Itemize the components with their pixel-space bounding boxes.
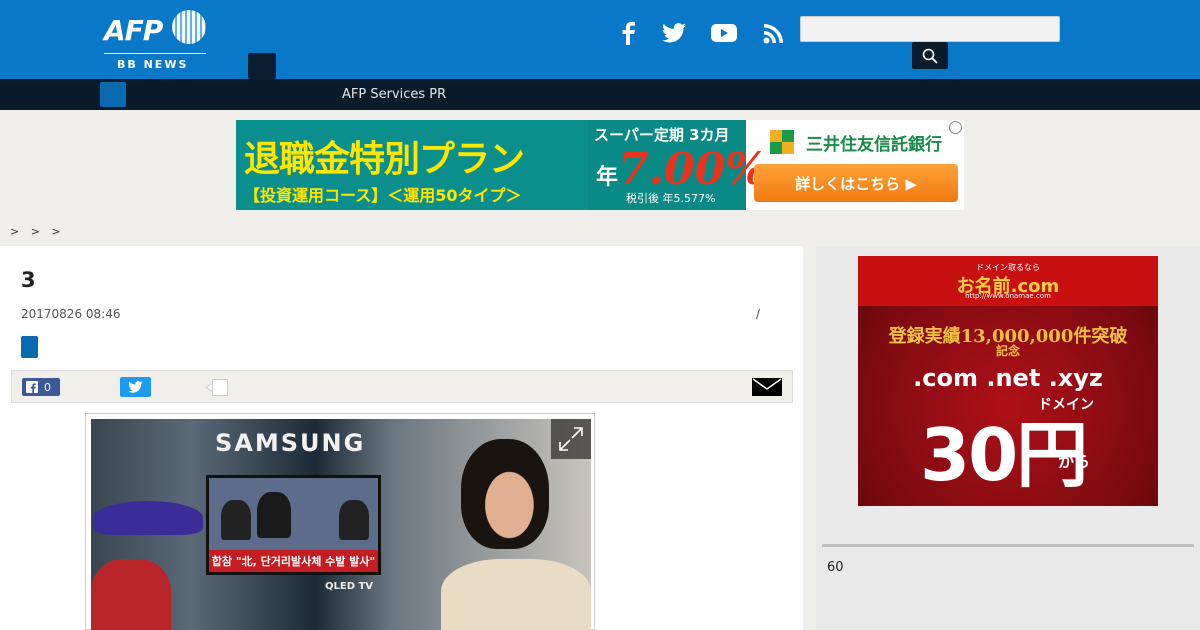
article-photo-frame: SAMSUNG 합참 "北, 단거리발사체 수발 발사" QLED TV [85, 413, 595, 630]
sidebar-divider [822, 544, 1194, 547]
afp-logo[interactable]: AFP BB NEWS [104, 8, 208, 72]
share-count-bubble [212, 379, 228, 396]
category-tag[interactable] [21, 336, 38, 358]
photo-figure [339, 500, 369, 540]
logo-subtitle: BB NEWS [117, 58, 189, 71]
sidebar-ad-kinen: 記念 [995, 344, 1020, 358]
photo-hat [93, 501, 203, 535]
globe-icon [172, 10, 206, 44]
photo-person [91, 559, 171, 630]
sidebar-ad-domain-word: ドメイン [1038, 397, 1094, 413]
banner-ad[interactable]: 退職金特別プラン 【投資運用コース】＜運用50タイプ＞ スーパー定期 3カ月 年… [236, 120, 964, 210]
nav-item-afp-services-pr[interactable]: AFP Services PR [342, 87, 446, 102]
article-title: 3 [21, 268, 36, 292]
banner-rate-prefix: 年 [596, 164, 619, 190]
twitter-share-button[interactable] [120, 377, 151, 397]
twitter-icon [128, 381, 143, 393]
photo-figure [221, 500, 251, 540]
photo-tv-caption: 합참 "北, 단거리발사체 수발 발사" [209, 550, 378, 572]
logo-text: AFP [104, 14, 163, 47]
photo-sign-text: SAMSUNG [215, 429, 366, 457]
bank-logo-icon [770, 130, 794, 154]
banner-bank-name: 三井住友信託銀行 [806, 135, 942, 155]
adchoices-icon[interactable] [949, 121, 962, 134]
banner-rate: 年7.00% [596, 144, 767, 195]
twitter-icon[interactable] [659, 18, 689, 48]
expand-icon [559, 427, 583, 451]
banner-rate-note: 税引後 年5.577% [626, 192, 716, 205]
share-bar: 0 [11, 370, 793, 403]
sidebar: ドメイン取るなら お名前.com http://www.onamae.com 登… [816, 246, 1200, 630]
sidebar-ad-kara: から [1058, 452, 1091, 471]
photo-tv-screen: 합참 "北, 단거리발사체 수발 발사" [206, 475, 381, 575]
banner-title: 退職金特別プラン [244, 139, 525, 180]
rss-icon[interactable] [759, 18, 789, 48]
mail-icon[interactable] [752, 378, 782, 396]
article-meta-separator: / [756, 307, 761, 321]
search-icon [922, 48, 938, 64]
banner-rate-value: 7.00% [618, 144, 767, 195]
photo-tv-brand: QLED TV [325, 581, 374, 592]
photo-figure [257, 492, 291, 538]
sidebar-number: 60 [827, 560, 844, 575]
facebook-icon[interactable] [613, 18, 643, 48]
menu-button[interactable] [248, 53, 276, 79]
photo-woman-body [441, 559, 591, 630]
facebook-share-count: 0 [44, 380, 51, 394]
banner-super-label: スーパー定期 3カ月 [594, 126, 730, 144]
facebook-share-button[interactable]: 0 [22, 378, 60, 396]
main-nav: AFP Services PR [0, 79, 1200, 110]
facebook-icon [26, 381, 38, 393]
search-input[interactable] [800, 16, 1060, 42]
banner-cta-button[interactable]: 詳しくはこちら ▶ [754, 164, 958, 202]
breadcrumb: > > > [10, 225, 65, 238]
article-date: 20170826 08:46 [21, 307, 121, 321]
nav-home-button[interactable] [100, 82, 126, 107]
photo-woman-head [461, 439, 549, 549]
article-photo[interactable]: SAMSUNG 합참 "北, 단거리발사체 수발 발사" QLED TV [91, 419, 591, 630]
search-button[interactable] [912, 42, 948, 69]
sidebar-ad-tlds: .com .net .xyz [913, 364, 1103, 392]
youtube-icon[interactable] [709, 18, 739, 48]
expand-photo-button[interactable] [551, 419, 591, 459]
sidebar-ad-url: http://www.onamae.com [965, 292, 1051, 300]
sidebar-ad[interactable]: ドメイン取るなら お名前.com http://www.onamae.com 登… [858, 256, 1158, 506]
banner-subtitle: 【投資運用コース】＜運用50タイプ＞ [244, 186, 522, 205]
logo-divider [104, 53, 206, 54]
site-header: AFP BB NEWS [0, 0, 1200, 79]
